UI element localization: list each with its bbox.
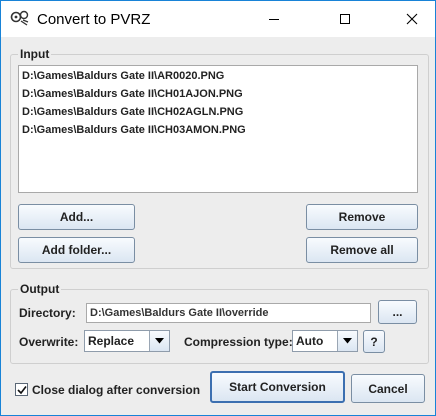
list-item[interactable]: D:\Games\Baldurs Gate II\CH02AGLN.PNG [22,103,243,121]
list-item[interactable]: D:\Games\Baldurs Gate II\CH03AMON.PNG [22,121,246,139]
close-icon [406,13,418,25]
minimize-button[interactable] [251,1,297,37]
overwrite-select[interactable]: Replace [84,330,170,352]
compression-type-value: Auto [296,334,324,348]
minimize-icon [269,19,279,20]
directory-field[interactable]: D:\Games\Baldurs Gate II\override [86,303,371,323]
overwrite-value: Replace [88,334,135,348]
close-button[interactable] [389,1,435,37]
browse-button[interactable]: ... [378,300,417,324]
start-conversion-button[interactable]: Start Conversion [210,371,345,403]
maximize-icon [340,14,350,24]
remove-all-button[interactable]: Remove all [306,237,418,263]
close-after-checkbox[interactable] [15,383,28,396]
chevron-down-icon [337,331,357,351]
list-item[interactable]: D:\Games\Baldurs Gate II\AR0020.PNG [22,67,224,85]
convert-dialog: Convert to PVRZ Input D:\Games\Baldurs G… [0,0,436,416]
help-button[interactable]: ? [363,330,385,353]
gear-icon [10,9,30,27]
compression-type-select[interactable]: Auto [292,330,358,352]
compression-type-label: Compression type: [184,335,293,349]
input-file-list[interactable]: D:\Games\Baldurs Gate II\AR0020.PNG D:\G… [18,65,418,193]
checkmark-icon [16,385,27,394]
output-group-title: Output [18,282,62,296]
chevron-down-icon [149,331,169,351]
directory-label: Directory: [19,306,76,320]
add-folder-button[interactable]: Add folder... [18,237,135,263]
close-after-label[interactable]: Close dialog after conversion [32,383,200,397]
input-group-title: Input [18,47,52,61]
title-bar[interactable]: Convert to PVRZ [1,1,435,37]
maximize-button[interactable] [322,1,368,37]
add-button[interactable]: Add... [18,204,135,230]
window-title: Convert to PVRZ [37,11,151,28]
overwrite-label: Overwrite: [19,335,79,349]
list-item[interactable]: D:\Games\Baldurs Gate II\CH01AJON.PNG [22,85,243,103]
remove-button[interactable]: Remove [306,204,418,230]
cancel-button[interactable]: Cancel [351,374,425,403]
